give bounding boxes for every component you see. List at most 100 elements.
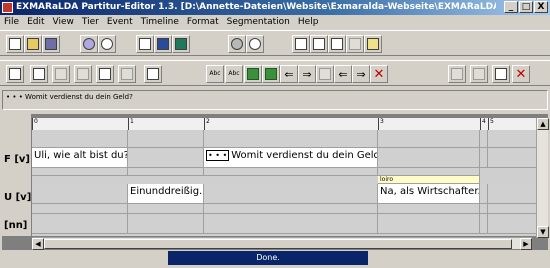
timeline-action-1-button[interactable] [448, 65, 466, 83]
remove-event-button[interactable]: ✕ [370, 65, 388, 83]
tier-action-2-button[interactable] [30, 65, 48, 83]
save-button[interactable] [42, 35, 60, 53]
empty-cell[interactable] [378, 204, 480, 214]
minimize-button[interactable]: _ [504, 1, 518, 13]
grid-cell[interactable] [128, 130, 204, 148]
shift-left-button[interactable]: ⇐ [334, 65, 352, 83]
empty-cell[interactable] [128, 204, 204, 214]
empty-cell[interactable] [32, 214, 128, 234]
merge-events-button[interactable] [244, 65, 262, 83]
meta-info-button[interactable] [98, 35, 116, 53]
scroll-left-button[interactable]: ◀ [32, 238, 44, 250]
menu-tier[interactable]: Tier [78, 15, 103, 29]
split-event-button[interactable] [262, 65, 280, 83]
table-icon [295, 38, 307, 50]
tier-action-4-button[interactable] [74, 65, 92, 83]
empty-cell[interactable] [378, 148, 480, 168]
empty-cell[interactable] [204, 204, 378, 214]
grid-cell[interactable] [480, 130, 488, 148]
timeline-remove-button[interactable]: ✕ [512, 65, 530, 83]
tier-action-3-button[interactable] [52, 65, 70, 83]
scroll-thumb[interactable] [44, 239, 512, 249]
tool-tier-3-button[interactable] [328, 35, 346, 53]
tool-tier-5-button[interactable] [364, 35, 382, 53]
timeline-tick-2[interactable]: 2 [204, 118, 210, 130]
menu-segmentation[interactable]: Segmentation [223, 15, 294, 29]
speaker-table-button[interactable] [80, 35, 98, 53]
menu-event[interactable]: Event [103, 15, 137, 29]
menu-timeline[interactable]: Timeline [137, 15, 183, 29]
empty-cell[interactable] [480, 214, 488, 234]
move-left-button[interactable]: ⇐ [280, 65, 298, 83]
tier-action-5-button[interactable] [96, 65, 114, 83]
empty-cell[interactable] [204, 214, 378, 234]
tier-label-u[interactable]: U [v] [2, 192, 32, 203]
abc-right-button[interactable]: Abc [225, 65, 243, 83]
empty-cell[interactable] [32, 204, 128, 214]
timeline-icon [451, 68, 463, 80]
event-cell[interactable]: Na, als Wirtschafter. [378, 184, 480, 204]
menu-file[interactable]: File [0, 15, 23, 29]
menu-view[interactable]: View [49, 15, 78, 29]
close-button[interactable]: X [534, 1, 548, 13]
empty-cell[interactable] [204, 168, 378, 176]
empty-cell[interactable] [480, 204, 488, 214]
scroll-right-button[interactable]: ▶ [520, 238, 532, 250]
annotation-cell[interactable]: loiro [378, 176, 480, 184]
timeline-action-3-button[interactable] [492, 65, 510, 83]
open-file-button[interactable] [24, 35, 42, 53]
grid-cell[interactable] [204, 130, 378, 148]
add-tier-button[interactable] [6, 65, 24, 83]
event-cell[interactable]: Einunddreißig. [128, 184, 204, 204]
event-cell[interactable]: Uli, wie alt bist du? [32, 148, 128, 168]
empty-cell[interactable] [378, 168, 480, 176]
export-word-button[interactable] [154, 35, 172, 53]
timeline-action-2-button[interactable] [470, 65, 488, 83]
tier-action-6-button[interactable] [118, 65, 136, 83]
new-file-icon [9, 38, 21, 50]
empty-cell[interactable] [128, 168, 204, 176]
empty-cell[interactable] [128, 148, 204, 168]
tier-label-f[interactable]: F [v] [2, 154, 32, 165]
grid-cell[interactable] [32, 130, 128, 148]
timeline-tick-5[interactable]: 5 [488, 118, 494, 130]
tier-label-nn[interactable]: [nn] [2, 220, 32, 231]
search-button[interactable] [246, 35, 264, 53]
horizontal-scrollbar[interactable]: ◀ ▶ [32, 237, 532, 250]
scroll-down-button[interactable]: ▼ [537, 226, 549, 238]
timeline[interactable]: 0 1 2 3 4 5 [32, 118, 544, 130]
empty-cell[interactable] [204, 184, 378, 204]
empty-cell[interactable] [480, 148, 488, 168]
new-file-button[interactable] [6, 35, 24, 53]
empty-cell[interactable] [32, 168, 128, 176]
event-text-preview[interactable]: • • • Womit verdienst du dein Geld? [2, 90, 548, 110]
timeline-tick-4[interactable]: 4 [480, 118, 486, 130]
event-action-button[interactable] [316, 65, 334, 83]
move-right-button[interactable]: ⇒ [298, 65, 316, 83]
grid-cell[interactable] [378, 130, 480, 148]
tool-tier-4-button[interactable] [346, 35, 364, 53]
timeline-tick-0[interactable]: 0 [32, 118, 38, 130]
timeline-tick-3[interactable]: 3 [378, 118, 384, 130]
empty-cell[interactable] [128, 214, 204, 234]
settings-button[interactable] [228, 35, 246, 53]
timeline-tick-1[interactable]: 1 [128, 118, 134, 130]
maximize-button[interactable]: □ [519, 1, 533, 13]
menu-format[interactable]: Format [183, 15, 223, 29]
abc-left-button[interactable]: Abc [206, 65, 224, 83]
empty-cell[interactable] [480, 184, 488, 204]
scroll-up-button[interactable]: ▲ [537, 118, 549, 130]
tool-tier-2-button[interactable] [310, 35, 328, 53]
export-text-button[interactable] [136, 35, 154, 53]
delete-icon: ✕ [515, 66, 527, 82]
event-cell[interactable]: • • • Womit verdienst du dein Geld? [204, 148, 378, 168]
tool-tier-1-button[interactable] [292, 35, 310, 53]
tier-properties-button[interactable] [144, 65, 162, 83]
empty-cell[interactable] [378, 214, 480, 234]
export-html-button[interactable] [172, 35, 190, 53]
menu-edit[interactable]: Edit [23, 15, 48, 29]
vertical-scrollbar[interactable]: ▲ ▼ [536, 118, 549, 238]
shift-right-button[interactable]: ⇒ [352, 65, 370, 83]
empty-cell[interactable] [32, 184, 128, 204]
menu-help[interactable]: Help [294, 15, 323, 29]
